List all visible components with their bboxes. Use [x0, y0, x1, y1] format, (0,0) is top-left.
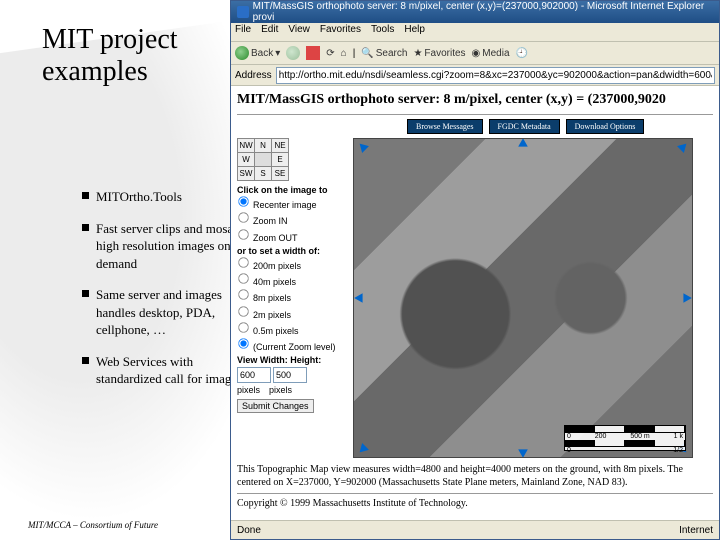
stop-button[interactable]	[306, 46, 320, 60]
slide-footer: MIT/MCCA – Consortium of Future	[28, 520, 158, 530]
nav-w[interactable]: W	[238, 153, 255, 167]
height-unit: pixels	[269, 385, 292, 395]
list-item: MITOrtho.Tools	[82, 188, 252, 206]
list-item: Fast server clips and mosaics high resol…	[82, 220, 252, 273]
nav-s[interactable]: S	[255, 167, 272, 181]
address-bar: Address	[231, 65, 719, 86]
back-button[interactable]: Back ▾	[235, 46, 280, 60]
submit-button[interactable]: Submit Changes	[237, 399, 314, 413]
view-dims-heading: View Width: Height:	[237, 355, 347, 365]
menu-help[interactable]: Help	[404, 24, 425, 40]
status-right: Internet	[679, 525, 713, 536]
menu-tools[interactable]: Tools	[371, 24, 394, 40]
opt-zoomout[interactable]: Zoom OUT	[237, 228, 347, 244]
btn-download[interactable]: Download Options	[566, 119, 645, 134]
map-caption: This Topographic Map view measures width…	[237, 464, 713, 489]
nav-nw[interactable]: NW	[238, 139, 255, 153]
refresh-button[interactable]: ⟳	[326, 48, 334, 59]
slide-title: MIT project examples	[42, 24, 178, 88]
nav-ne[interactable]: NE	[272, 139, 289, 153]
address-label: Address	[235, 70, 272, 81]
history-button[interactable]: 🕘	[516, 48, 528, 59]
compass-nav: NWNNE W E SWSSE	[237, 138, 289, 181]
opt-recenter[interactable]: Recenter image	[237, 195, 347, 211]
address-input[interactable]	[276, 67, 715, 84]
copyright: Copyright © 1999 Massachusetts Institute…	[237, 498, 713, 509]
menu-fav[interactable]: Favorites	[320, 24, 361, 40]
nav-e[interactable]: E	[272, 153, 289, 167]
menu-bar: File Edit View Favorites Tools Help	[231, 23, 719, 42]
status-bar: Done Internet	[231, 520, 719, 539]
menu-file[interactable]: File	[235, 24, 251, 40]
header-buttons: Browse Messages FGDC Metadata Download O…	[407, 119, 713, 134]
btn-fgdc[interactable]: FGDC Metadata	[489, 119, 560, 134]
opt-curr[interactable]: (Current Zoom level)	[237, 337, 347, 353]
menu-view[interactable]: View	[288, 24, 310, 40]
height-input[interactable]	[273, 367, 307, 383]
toolbar: Back ▾ ⟳ ⌂ | 🔍Search ★Favorites ◉Media 🕘	[231, 42, 719, 65]
controls-panel: NWNNE W E SWSSE Click on the image to Rec…	[237, 138, 347, 458]
nav-center[interactable]	[255, 153, 272, 167]
window-titlebar[interactable]: MIT/MassGIS orthophoto server: 8 m/pixel…	[231, 1, 719, 23]
scale-bar: 0200500 m1 k 01/2	[564, 425, 686, 451]
opt-8m[interactable]: 8m pixels	[237, 288, 347, 304]
zoom-options: 200m pixels 40m pixels 8m pixels 2m pixe…	[237, 256, 347, 354]
ie-logo-icon	[237, 6, 249, 18]
btn-browsemsgs[interactable]: Browse Messages	[407, 119, 483, 134]
opt-40m[interactable]: 40m pixels	[237, 272, 347, 288]
pan-s-icon[interactable]	[516, 447, 530, 458]
nav-n[interactable]: N	[255, 139, 272, 153]
list-item: Same server and images handles desktop, …	[82, 286, 252, 339]
click-action-heading: Click on the image to	[237, 185, 347, 195]
list-item: Web Services with standardized call for …	[82, 353, 252, 388]
window-title: MIT/MassGIS orthophoto server: 8 m/pixel…	[253, 1, 713, 23]
media-button[interactable]: ◉Media	[472, 48, 510, 59]
menu-edit[interactable]: Edit	[261, 24, 278, 40]
map-viewport[interactable]: 0200500 m1 k 01/2	[353, 138, 693, 458]
status-left: Done	[237, 525, 261, 536]
click-options: Recenter image Zoom IN Zoom OUT	[237, 195, 347, 244]
width-input[interactable]	[237, 367, 271, 383]
browser-window: MIT/MassGIS orthophoto server: 8 m/pixel…	[230, 0, 720, 540]
page-title: MIT/MassGIS orthophoto server: 8 m/pixel…	[237, 92, 713, 108]
opt-05m[interactable]: 0.5m pixels	[237, 321, 347, 337]
opt-200m[interactable]: 200m pixels	[237, 256, 347, 272]
bullet-list: MITOrtho.Tools Fast server clips and mos…	[42, 188, 252, 402]
pan-n-icon[interactable]	[516, 138, 530, 149]
search-button[interactable]: 🔍Search	[361, 48, 407, 59]
width-unit: pixels	[237, 385, 260, 395]
opt-zoomin[interactable]: Zoom IN	[237, 211, 347, 227]
width-level-heading: or to set a width of:	[237, 246, 347, 256]
opt-2m[interactable]: 2m pixels	[237, 305, 347, 321]
orthophoto-image[interactable]	[354, 139, 692, 457]
home-button[interactable]: ⌂	[341, 48, 347, 59]
pan-w-icon[interactable]	[353, 291, 365, 305]
pan-e-icon[interactable]	[681, 291, 693, 305]
nav-se[interactable]: SE	[272, 167, 289, 181]
forward-button[interactable]	[286, 46, 300, 60]
back-icon	[235, 46, 249, 60]
nav-sw[interactable]: SW	[238, 167, 255, 181]
favorites-button[interactable]: ★Favorites	[413, 48, 465, 59]
